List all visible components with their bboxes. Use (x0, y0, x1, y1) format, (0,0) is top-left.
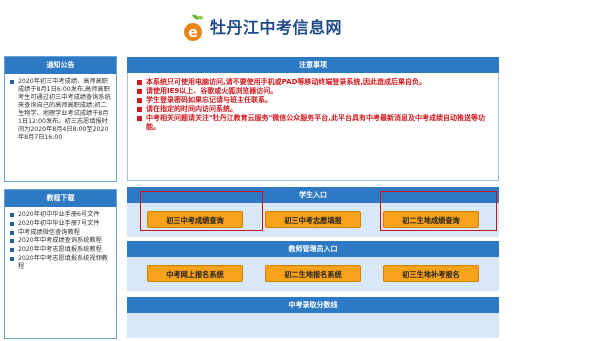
bullet-icon (10, 256, 14, 261)
svg-text:e: e (188, 25, 198, 41)
warning-text: 请使用IE9以上、谷歌或火狐浏览器访问。 (146, 87, 278, 95)
warning-text: 学生登录密码如果忘记请与班主任联系。 (146, 96, 272, 104)
warning-bullet-icon (137, 116, 142, 121)
warning-item: 中考相关问题请关注"牡丹江教育云服务"微信公众服务平台,此平台具有中考最新消息及… (137, 114, 490, 132)
site-logo-icon: e (184, 14, 203, 41)
download-item[interactable]: 2020年中考志愿填报系统视频教程 (10, 255, 112, 271)
download-item-label[interactable]: 2020年中考成绩查询系统教程 (18, 237, 102, 244)
notice-panel-title: 通知公告 (5, 57, 116, 74)
warning-text: 中考相关问题请关注"牡丹江教育云服务"微信公众服务平台,此平台具有中考最新消息及… (146, 114, 485, 131)
site-header: e 牡丹江中考信息网 (0, 0, 600, 50)
download-item[interactable]: 2020年中考志愿填报系统教程 (10, 246, 112, 254)
site-title: 牡丹江中考信息网 (210, 18, 343, 37)
download-item[interactable]: 2020年初中毕业手册6号文件 (10, 211, 112, 219)
notice-section-body: 本系统只可使用电脑访问,请不要使用手机或PAD等移动终端登录系统,因此造成后果自… (127, 73, 499, 181)
warning-bullet-icon (137, 89, 142, 94)
bullet-icon (10, 248, 14, 253)
bullet-icon (10, 239, 14, 244)
bullet-icon (10, 230, 14, 235)
warning-item: 请在指定的时间内访问系统。 (137, 105, 490, 114)
warning-bullet-icon (137, 80, 142, 85)
teacher-section-title: 教师管理员入口 (127, 241, 499, 257)
downloads-panel: 教程下载 2020年初中毕业手册6号文件 2020年初中毕业手册7号文件 中考成… (4, 189, 117, 339)
score-line-section (127, 313, 499, 338)
highlight-box (140, 191, 263, 231)
bullet-icon (10, 213, 14, 217)
download-item[interactable]: 2020年中考成绩查询系统教程 (10, 237, 112, 245)
warning-bullet-icon (137, 107, 142, 112)
notice-item[interactable]: 2020年初三中考成绩、高师高职成绩于8月1日6:00发布,高师高职考生可通过初… (10, 78, 112, 142)
warning-item: 本系统只可使用电脑访问,请不要使用手机或PAD等移动终端登录系统,因此造成后果自… (137, 78, 490, 87)
notice-item-text[interactable]: 2020年初三中考成绩、高师高职成绩于8月1日6:00发布,高师高职考生可通过初… (18, 78, 111, 141)
grade9-application-button[interactable]: 初三中考志愿填报 (265, 211, 361, 228)
download-item-label[interactable]: 2020年中考志愿填报系统教程 (18, 246, 102, 253)
download-item[interactable]: 中考成绩微信查询教程 (10, 229, 112, 237)
download-item[interactable]: 2020年初中毕业手册7号文件 (10, 220, 112, 228)
bullet-icon (10, 80, 14, 84)
notice-panel: 通知公告 2020年初三中考成绩、高师高职成绩于8月1日6:00发布,高师高职考… (4, 56, 117, 182)
teacher-section: 中考网上报名系统 初二生地报名系统 初三生地补考报名 (127, 257, 499, 291)
warning-item: 请使用IE9以上、谷歌或火狐浏览器访问。 (137, 87, 490, 96)
grade9-makeup-registration-button[interactable]: 初三生地补考报名 (383, 265, 479, 282)
online-registration-button[interactable]: 中考网上报名系统 (147, 265, 243, 282)
downloads-panel-title: 教程下载 (5, 190, 116, 207)
download-item-label[interactable]: 2020年初中毕业手册6号文件 (18, 211, 100, 218)
download-item-label[interactable]: 中考成绩微信查询教程 (18, 229, 80, 236)
highlight-box (380, 191, 497, 231)
download-item-label[interactable]: 2020年初中毕业手册7号文件 (18, 220, 100, 227)
warning-item: 学生登录密码如果忘记请与班主任联系。 (137, 96, 490, 105)
grade8-registration-button[interactable]: 初二生地报名系统 (265, 265, 361, 282)
warning-text: 请在指定的时间内访问系统。 (146, 105, 237, 113)
download-item-label[interactable]: 2020年中考志愿填报系统视频教程 (18, 255, 108, 270)
notice-section-title: 注意事项 (127, 57, 499, 73)
warning-text: 本系统只可使用电脑访问,请不要使用手机或PAD等移动终端登录系统,因此造成后果自… (146, 78, 427, 86)
warning-bullet-icon (137, 98, 142, 103)
score-line-section-title: 中考录取分数线 (127, 297, 499, 313)
bullet-icon (10, 221, 14, 226)
